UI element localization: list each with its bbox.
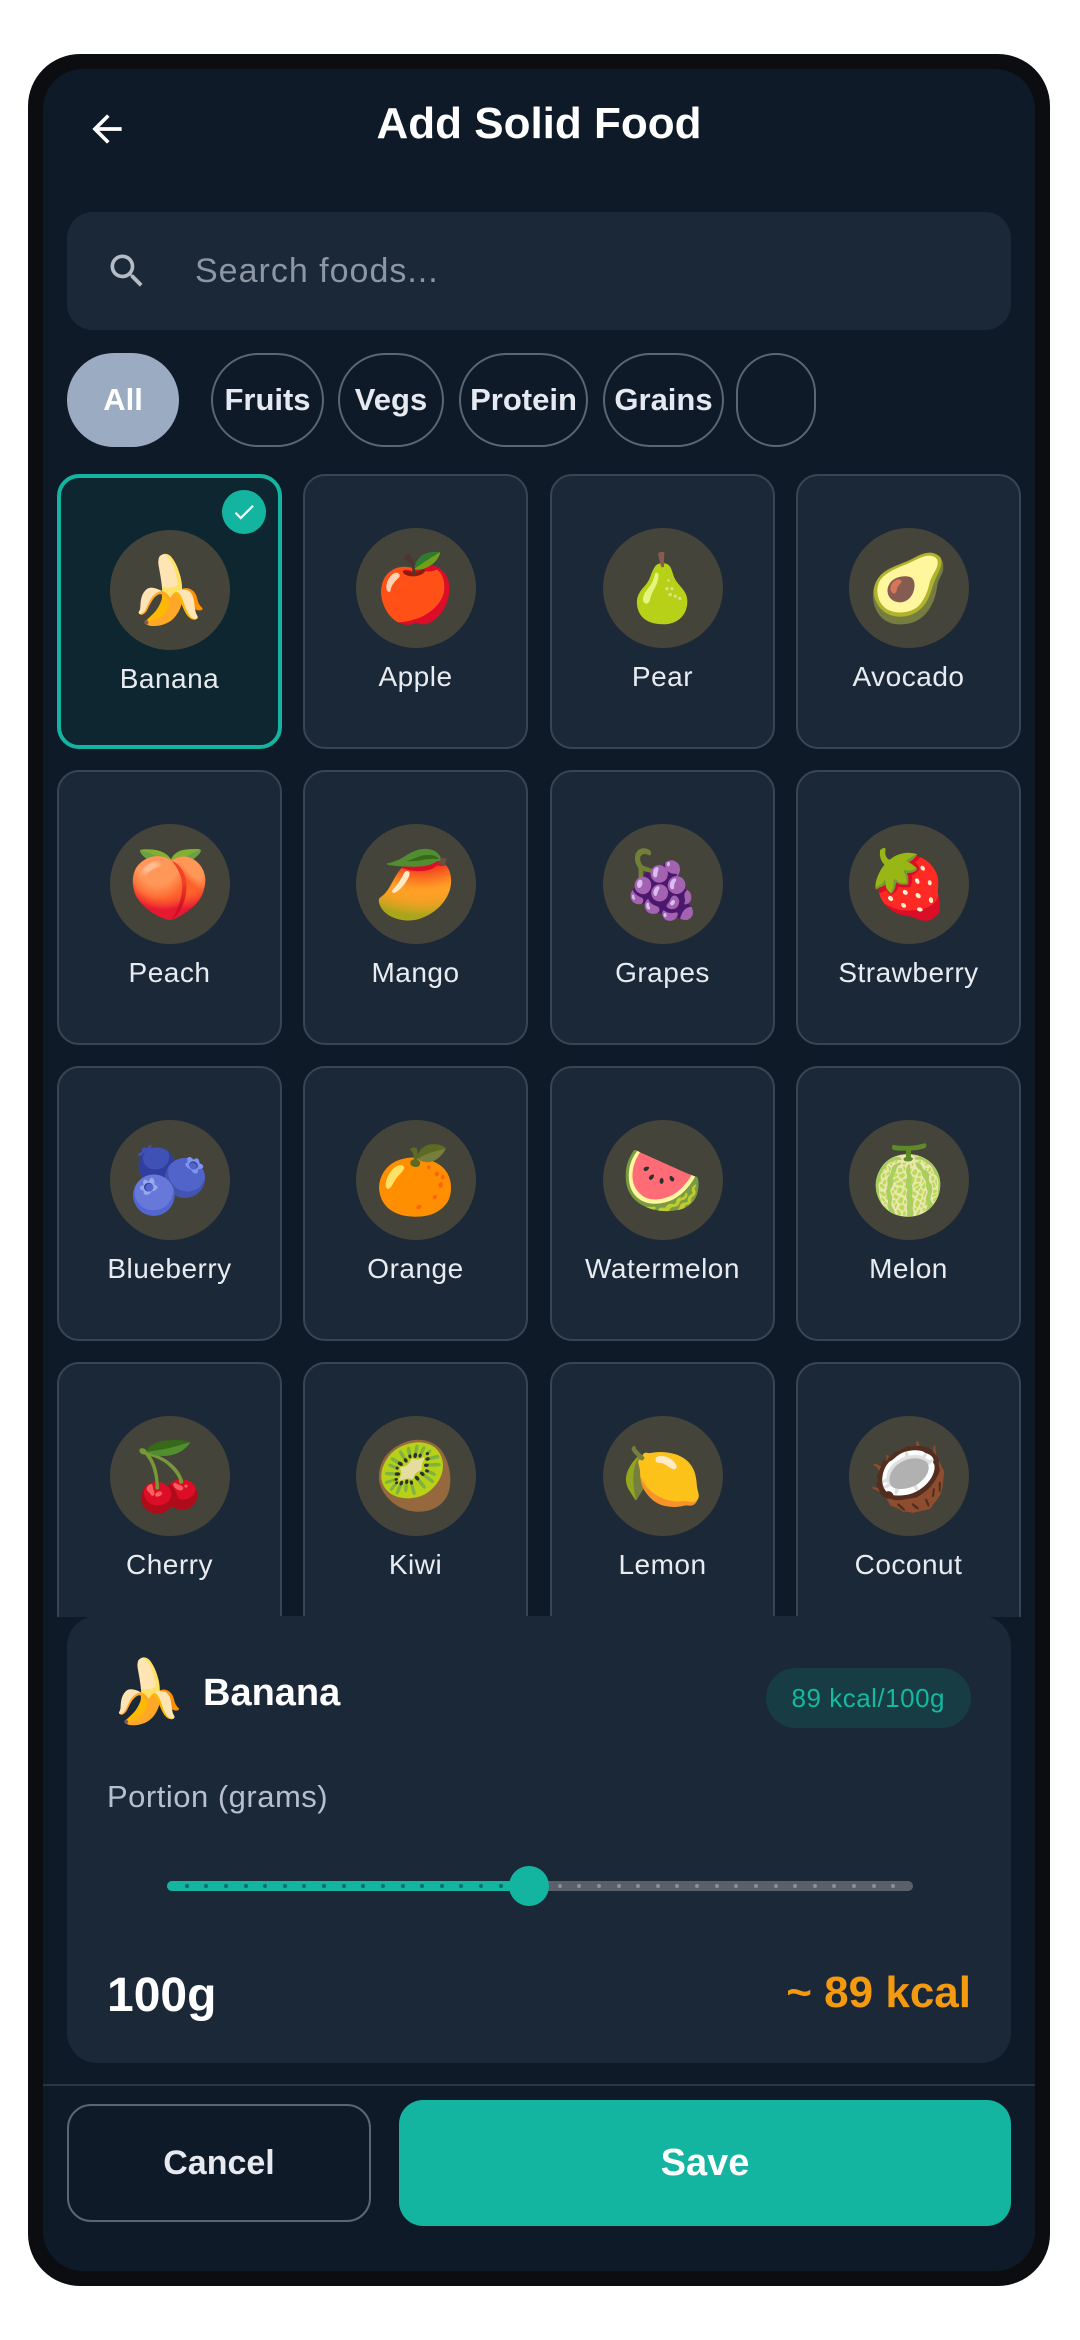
- food-label: Apple: [378, 661, 453, 692]
- mango-icon: 🥭: [355, 824, 476, 944]
- filter-chip-fruits[interactable]: Fruits: [211, 353, 324, 447]
- filter-chip-grains[interactable]: Grains: [603, 353, 724, 447]
- slider-thumb[interactable]: [508, 1866, 549, 1906]
- slider-tick: [655, 1884, 660, 1888]
- food-card-watermelon[interactable]: 🍉 Watermelon: [550, 1066, 775, 1341]
- slider-tick: [439, 1884, 444, 1888]
- food-label: Lemon: [618, 1549, 707, 1580]
- slider-tick: [616, 1884, 621, 1888]
- portion-slider[interactable]: [167, 1866, 913, 1906]
- slider-tick: [341, 1884, 346, 1888]
- filter-chip-all[interactable]: All: [67, 353, 179, 447]
- selected-food-panel: 🍌 Banana 89 kcal/100g Portion (grams) 10…: [67, 1616, 1011, 2063]
- slider-tick: [498, 1884, 503, 1888]
- slider-tick: [243, 1884, 248, 1888]
- food-label: Cherry: [125, 1549, 213, 1580]
- pear-icon: 🍐: [602, 528, 723, 648]
- cancel-button[interactable]: Cancel: [67, 2104, 371, 2222]
- slider-tick: [871, 1884, 876, 1888]
- slider-tick: [223, 1884, 228, 1888]
- slider-tick: [400, 1884, 405, 1888]
- slider-track-fill: [167, 1881, 529, 1891]
- slider-tick: [714, 1884, 719, 1888]
- food-card-blueberry[interactable]: 🫐 Blueberry: [57, 1066, 282, 1341]
- search-bar[interactable]: [67, 212, 1011, 330]
- food-card-pear[interactable]: 🍐 Pear: [550, 474, 775, 749]
- avocado-icon: 🥑: [848, 528, 969, 648]
- cherry-icon: 🍒: [109, 1416, 230, 1536]
- orange-icon: 🍊: [355, 1120, 476, 1240]
- food-card-orange[interactable]: 🍊 Orange: [303, 1066, 528, 1341]
- food-label: Peach: [128, 957, 211, 988]
- filter-chip-protein[interactable]: Protein: [459, 353, 588, 447]
- footer-divider: [43, 2084, 1035, 2086]
- filter-chip-more[interactable]: [736, 353, 816, 447]
- coconut-icon: 🥥: [848, 1416, 969, 1536]
- slider-tick: [596, 1884, 601, 1888]
- banana-icon: 🍌: [109, 1658, 187, 1727]
- food-label: Grapes: [615, 957, 710, 988]
- food-card-avocado[interactable]: 🥑 Avocado: [796, 474, 1021, 749]
- food-label: Kiwi: [388, 1549, 443, 1580]
- grapes-icon: 🍇: [602, 824, 723, 944]
- page-title: Add Solid Food: [376, 99, 702, 148]
- kcal-per-100g-badge: 89 kcal/100g: [765, 1668, 971, 1728]
- strawberry-icon: 🍓: [848, 824, 969, 944]
- food-label: Orange: [367, 1253, 464, 1284]
- checkmark-icon: [222, 490, 266, 534]
- slider-tick: [184, 1884, 189, 1888]
- melon-icon: 🍈: [848, 1120, 969, 1240]
- portion-value: 100g: [107, 1969, 217, 2022]
- search-input[interactable]: [195, 242, 975, 300]
- food-card-cherry[interactable]: 🍒 Cherry: [57, 1362, 282, 1617]
- slider-tick: [753, 1884, 758, 1888]
- banana-icon: 🍌: [109, 530, 230, 650]
- lemon-icon: 🍋: [602, 1416, 723, 1536]
- search-icon: [110, 254, 143, 287]
- kiwi-icon: 🥝: [355, 1416, 476, 1536]
- food-label: Melon: [869, 1253, 948, 1284]
- selected-food-name: Banana: [203, 1672, 341, 1714]
- food-label: Avocado: [852, 661, 965, 692]
- food-card-strawberry[interactable]: 🍓 Strawberry: [796, 770, 1021, 1045]
- food-label: Pear: [631, 661, 694, 692]
- slider-tick: [812, 1884, 817, 1888]
- food-label: Banana: [119, 663, 220, 694]
- header: Add Solid Food: [43, 69, 1035, 189]
- food-card-apple[interactable]: 🍎 Apple: [303, 474, 528, 749]
- kcal-total: ~ 89 kcal: [786, 1968, 971, 2017]
- food-card-grapes[interactable]: 🍇 Grapes: [550, 770, 775, 1045]
- food-card-peach[interactable]: 🍑 Peach: [57, 770, 282, 1045]
- slider-tick: [773, 1884, 778, 1888]
- slider-tick: [282, 1884, 287, 1888]
- food-label: Watermelon: [585, 1253, 740, 1284]
- save-button[interactable]: Save: [399, 2100, 1011, 2226]
- food-label: Coconut: [854, 1549, 963, 1580]
- slider-tick: [380, 1884, 385, 1888]
- food-label: Strawberry: [838, 957, 979, 988]
- portion-label: Portion (grams): [107, 1779, 329, 1814]
- food-card-kiwi[interactable]: 🥝 Kiwi: [303, 1362, 528, 1617]
- food-card-lemon[interactable]: 🍋 Lemon: [550, 1362, 775, 1617]
- add-solid-food-screen: Add Solid Food All FruitsVegsProteinGrain…: [43, 69, 1035, 2271]
- food-label: Blueberry: [107, 1253, 232, 1284]
- food-label: Mango: [371, 957, 460, 988]
- watermelon-icon: 🍉: [602, 1120, 723, 1240]
- food-card-coconut[interactable]: 🥥 Coconut: [796, 1362, 1021, 1617]
- slider-tick: [557, 1884, 562, 1888]
- food-card-banana[interactable]: 🍌 Banana: [57, 474, 282, 749]
- peach-icon: 🍑: [109, 824, 230, 944]
- food-card-mango[interactable]: 🥭 Mango: [303, 770, 528, 1045]
- apple-icon: 🍎: [355, 528, 476, 648]
- food-grid: 🍌 Banana 🍎 Apple 🍐 Pear 🥑 Avocado 🍑 Peach 🥭 Mango 🍇 G…: [57, 474, 1021, 1617]
- blueberry-icon: 🫐: [109, 1120, 230, 1240]
- food-card-melon[interactable]: 🍈 Melon: [796, 1066, 1021, 1341]
- filter-chip-vegs[interactable]: Vegs: [338, 353, 444, 447]
- category-filter-chips: All Fruits Vegs Protein Grains: [67, 353, 1035, 449]
